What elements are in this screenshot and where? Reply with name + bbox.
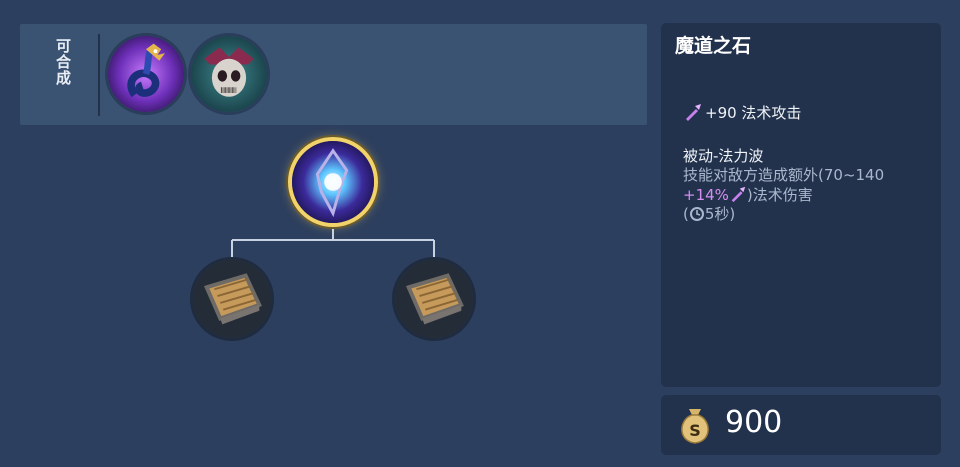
combo-item-serpent[interactable] bbox=[105, 33, 187, 115]
component-item-2[interactable] bbox=[392, 257, 476, 341]
magic-orb-icon bbox=[292, 141, 374, 223]
passive-line2-tail: )法术伤害 bbox=[746, 186, 813, 204]
passive-description: 技能对敌方造成额外(70~140 +14%)法术伤害 (5秒) bbox=[683, 166, 933, 224]
passive-line1: 技能对敌方造成额外(70~140 bbox=[683, 166, 885, 184]
gold-bag-icon: S bbox=[673, 403, 717, 447]
passive-title: 被动-法力波 bbox=[683, 147, 764, 165]
wooden-book-icon bbox=[193, 260, 271, 338]
combo-item-skull[interactable] bbox=[188, 33, 270, 115]
component-item-1[interactable] bbox=[190, 257, 274, 341]
cooldown-icon bbox=[689, 206, 705, 222]
wooden-book-icon bbox=[395, 260, 473, 338]
cooldown-value: 5秒) bbox=[704, 205, 736, 223]
svg-text:S: S bbox=[689, 421, 701, 440]
divider bbox=[98, 34, 100, 116]
composable-panel: 可合成 bbox=[20, 24, 647, 125]
price-value: 900 bbox=[725, 405, 783, 440]
item-detail-panel: 魔道之石 +90 法术攻击 被动-法力波 技能对敌方造成额外(70~140 +1… bbox=[661, 23, 941, 387]
serpent-staff-icon bbox=[108, 36, 184, 112]
stat-text: +90 法术攻击 bbox=[705, 103, 802, 122]
magic-attack-icon bbox=[683, 102, 703, 122]
price-panel: S 900 bbox=[661, 395, 941, 455]
stat-row: +90 法术攻击 bbox=[683, 101, 801, 123]
skull-mask-icon bbox=[191, 36, 267, 112]
magic-attack-icon bbox=[729, 185, 747, 203]
main-item[interactable] bbox=[288, 137, 378, 227]
passive-scale: +14% bbox=[683, 186, 729, 204]
composable-label: 可合成 bbox=[54, 38, 72, 86]
item-name: 魔道之石 bbox=[675, 35, 752, 57]
